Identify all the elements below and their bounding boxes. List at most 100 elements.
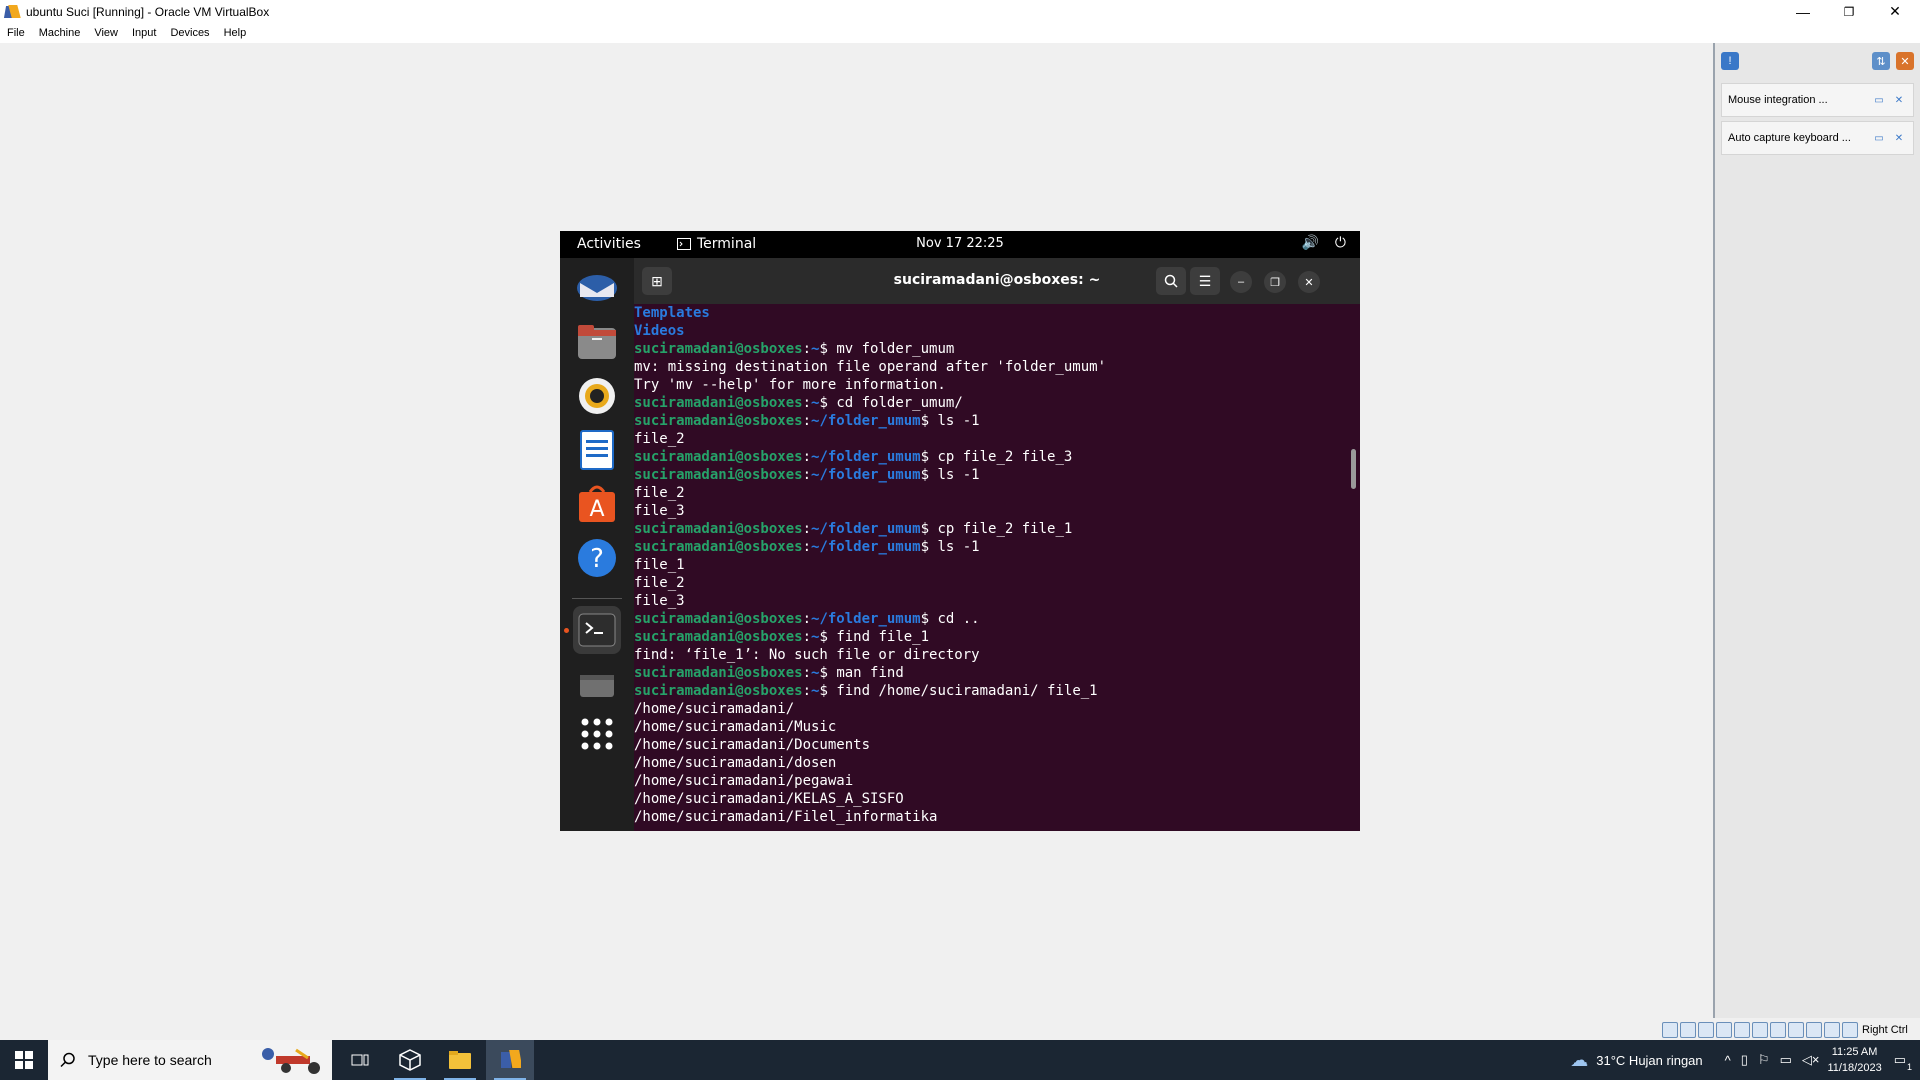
notification-mouse-integration[interactable]: Mouse integration ... ▭ ✕ [1721,83,1914,117]
terminal-output[interactable]: Templates Videos suciramadani@osboxes:~$ m… [634,304,1360,831]
display-icon[interactable] [1770,1022,1786,1038]
prompt-separator: : [802,611,812,627]
dismiss-icon[interactable]: ✕ [1891,92,1907,108]
libreoffice-writer-icon[interactable] [573,426,621,474]
terminal-output-line: /home/suciramadani/ [634,701,795,717]
prompt-separator: : [802,521,812,537]
menu-input[interactable]: Input [125,27,163,39]
task-view-button[interactable] [336,1040,384,1080]
guest-system-tray[interactable]: 🔊 ⏻ [1301,235,1346,251]
terminal-command-line: suciramadani@osboxes:~$ cd folder_umum/ [634,394,1360,412]
network-icon[interactable]: ▭ [1780,1052,1792,1068]
prompt-symbol: $ [920,521,930,537]
notification-info-icon[interactable]: ! [1721,52,1739,70]
do-not-show-icon[interactable]: ▭ [1871,130,1887,146]
search-icon [1164,274,1178,288]
task-view-icon [351,1054,369,1066]
hamburger-menu-button[interactable]: ☰ [1190,267,1220,295]
terminal-scrollbar[interactable] [1351,449,1356,489]
command-text: cd folder_umum/ [827,395,963,411]
command-text: cp file_2 file_1 [929,521,1073,537]
prompt-symbol: $ [920,611,930,627]
taskbar-file-explorer[interactable] [436,1040,484,1080]
terminal-command-line: suciramadani@osboxes:~$ man find [634,664,1360,682]
prompt-separator: : [802,539,812,555]
keyboard-capture-icon[interactable] [1842,1022,1858,1038]
menu-machine[interactable]: Machine [32,27,88,39]
alert-icon[interactable]: ⚐ [1758,1052,1770,1068]
weather-icon[interactable]: ☁ [1570,1050,1588,1071]
terminal-command-line: suciramadani@osboxes:~$ find file_1 [634,628,1360,646]
menu-file[interactable]: File [0,27,32,39]
window-titlebar: ubuntu Suci [Running] - Oracle VM Virtua… [0,0,1920,23]
menu-help[interactable]: Help [217,27,254,39]
prompt-user: suciramadani@osboxes [634,413,803,429]
clear-all-icon[interactable]: ✕ [1896,52,1914,70]
taskbar-clock[interactable]: 11:25 AM 11/18/2023 [1827,1044,1881,1076]
prompt-user: suciramadani@osboxes [634,665,803,681]
show-hidden-icons-icon[interactable]: ^ [1725,1053,1731,1068]
search-button[interactable] [1156,267,1186,295]
audio-icon[interactable] [1698,1022,1714,1038]
help-icon[interactable]: ? [573,534,621,582]
prompt-separator: : [802,467,812,483]
restore-button[interactable]: ❐ [1826,0,1872,23]
terminal-icon[interactable] [573,606,621,654]
terminal-output-line: /home/suciramadani/Filel_informatika [634,809,938,825]
prompt-path: ~/folder_umum [811,449,921,465]
close-button[interactable]: ✕ [1872,0,1918,23]
prompt-symbol: $ [920,449,930,465]
device-icon[interactable]: ▯ [1741,1052,1748,1068]
command-text: cd .. [929,611,980,627]
prompt-separator: : [802,683,812,699]
optical-drive-icon[interactable] [1680,1022,1696,1038]
start-button[interactable] [0,1040,48,1080]
network-icon[interactable] [1716,1022,1732,1038]
terminal-command-line: suciramadani@osboxes:~/folder_umum$ ls -… [634,466,1360,484]
power-icon[interactable]: ⏻ [1335,235,1346,251]
taskbar-virtualbox-manager[interactable] [386,1040,434,1080]
terminal-output-line: Try 'mv --help' for more information. [634,377,946,393]
minimize-button[interactable]: — [1780,0,1826,23]
taskbar-date: 11/18/2023 [1827,1062,1882,1074]
cpu-icon[interactable] [1806,1022,1822,1038]
action-center-icon[interactable]: ▭ 1 [1894,1052,1912,1072]
files-icon[interactable] [573,318,621,366]
taskbar-search-box[interactable]: Type here to search [48,1040,332,1080]
trash-icon[interactable] [573,660,621,708]
terminal-maximize-button[interactable]: ❐ [1264,271,1286,293]
search-placeholder: Type here to search [88,1052,212,1068]
thunderbird-icon[interactable] [573,264,621,312]
virtualbox-app-icon [3,4,21,20]
taskbar-virtualbox-vm[interactable] [486,1040,534,1080]
terminal-output-line: file_1 [634,557,685,573]
search-highlight-image [262,1048,320,1074]
volume-icon[interactable]: 🔊 [1301,235,1318,251]
menu-view[interactable]: View [87,27,125,39]
show-applications-icon[interactable] [573,710,621,758]
sort-icon[interactable]: ⇅ [1872,52,1890,70]
rhythmbox-icon[interactable] [573,372,621,420]
do-not-show-icon[interactable]: ▭ [1871,92,1887,108]
weather-text[interactable]: 31°C Hujan ringan [1596,1053,1702,1068]
terminal-minimize-button[interactable]: – [1230,271,1252,293]
virtualbox-cube-icon [399,1049,421,1071]
terminal-headerbar: ⊞ suciramadani@osboxes: ~ ☰ – ❐ ✕ [634,258,1360,304]
guest-screen[interactable]: Activities Terminal Nov 17 22:25 🔊 ⏻ A ? [560,231,1360,831]
notification-center: ! ⇅ ✕ Mouse integration ... ▭ ✕ Auto cap… [1713,43,1920,1018]
ubuntu-software-icon[interactable]: A [573,480,621,528]
terminal-close-button[interactable]: ✕ [1298,271,1320,293]
hard-disk-icon[interactable] [1662,1022,1678,1038]
recording-icon[interactable] [1788,1022,1804,1038]
dismiss-icon[interactable]: ✕ [1891,130,1907,146]
menu-devices[interactable]: Devices [163,27,216,39]
guest-clock[interactable]: Nov 17 22:25 [560,236,1360,251]
notification-auto-capture-keyboard[interactable]: Auto capture keyboard ... ▭ ✕ [1721,121,1914,155]
prompt-path: ~/folder_umum [811,467,921,483]
vm-status-bar: Right Ctrl [1662,1020,1920,1040]
menu-bar: File Machine View Input Devices Help [0,23,1920,43]
speaker-muted-icon[interactable]: ◁× [1802,1052,1820,1068]
shared-folders-icon[interactable] [1752,1022,1768,1038]
mouse-integration-icon[interactable] [1824,1022,1840,1038]
usb-icon[interactable] [1734,1022,1750,1038]
